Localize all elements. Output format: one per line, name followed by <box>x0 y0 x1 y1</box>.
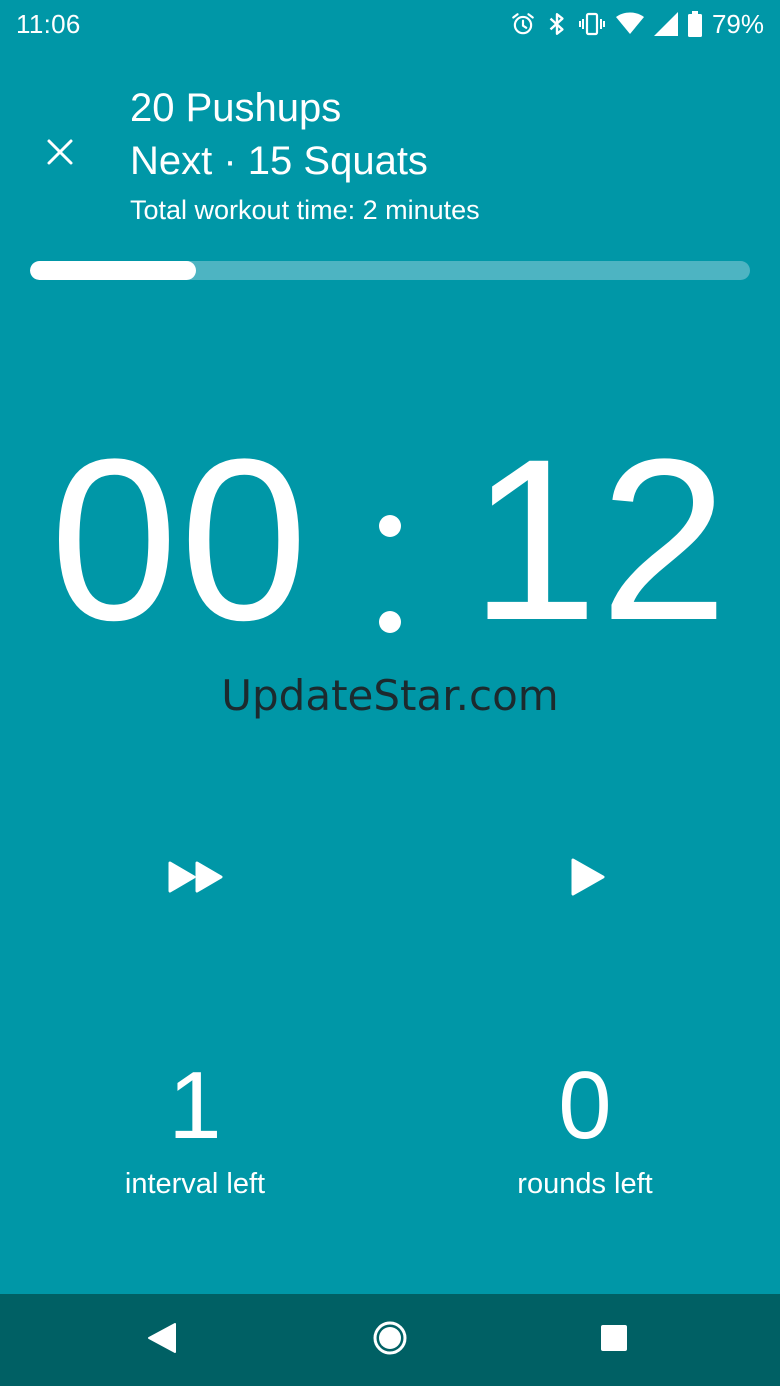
intervals-left-label: interval left <box>124 1168 266 1200</box>
next-exercise: Next · 15 Squats <box>130 139 428 183</box>
intervals-left-value: 1 <box>168 1052 222 1159</box>
play-icon <box>570 857 606 902</box>
cell-signal-icon <box>653 12 678 36</box>
workout-progress-bar <box>30 261 750 280</box>
battery-percent: 79% <box>711 9 764 39</box>
battery-icon <box>687 11 702 37</box>
workout-timer-screen: 11:06 79% 20 Pushups Next · 15 Squats To… <box>0 0 780 1386</box>
rounds-left-counter: 0 rounds left <box>435 1054 735 1204</box>
status-time: 11:06 <box>16 9 81 39</box>
fast-forward-icon <box>168 860 224 899</box>
nav-recents-button[interactable] <box>582 1308 646 1372</box>
timer-seconds: 12 <box>470 411 730 668</box>
status-icons: 79% <box>510 8 764 40</box>
home-icon <box>372 1320 408 1361</box>
system-nav-bar <box>0 1294 780 1386</box>
vibrate-icon <box>578 11 606 37</box>
nav-home-button[interactable] <box>358 1308 422 1372</box>
workout-progress-fill <box>30 261 196 280</box>
watermark: UpdateStar.com <box>221 671 559 720</box>
workout-header: 20 Pushups Next · 15 Squats Total workou… <box>130 82 750 230</box>
alarm-icon <box>510 11 536 37</box>
status-bar: 11:06 79% <box>0 0 780 48</box>
close-button[interactable] <box>32 126 88 182</box>
nav-back-button[interactable] <box>130 1308 194 1372</box>
timer-colon <box>372 515 410 665</box>
total-workout-time: Total workout time: 2 minutes <box>130 195 480 225</box>
timer-minutes: 00 <box>50 411 310 668</box>
bluetooth-icon <box>546 11 568 37</box>
back-icon <box>147 1322 177 1359</box>
close-icon <box>46 138 74 171</box>
current-exercise: 20 Pushups <box>130 86 342 130</box>
recents-icon <box>599 1323 629 1358</box>
wifi-icon <box>615 12 644 36</box>
countdown-timer: 00 12 <box>0 420 780 660</box>
rounds-left-value: 0 <box>558 1052 612 1159</box>
play-button[interactable] <box>548 839 628 919</box>
rounds-left-label: rounds left <box>517 1168 653 1200</box>
intervals-left-counter: 1 interval left <box>45 1054 345 1204</box>
skip-button[interactable] <box>156 839 236 919</box>
